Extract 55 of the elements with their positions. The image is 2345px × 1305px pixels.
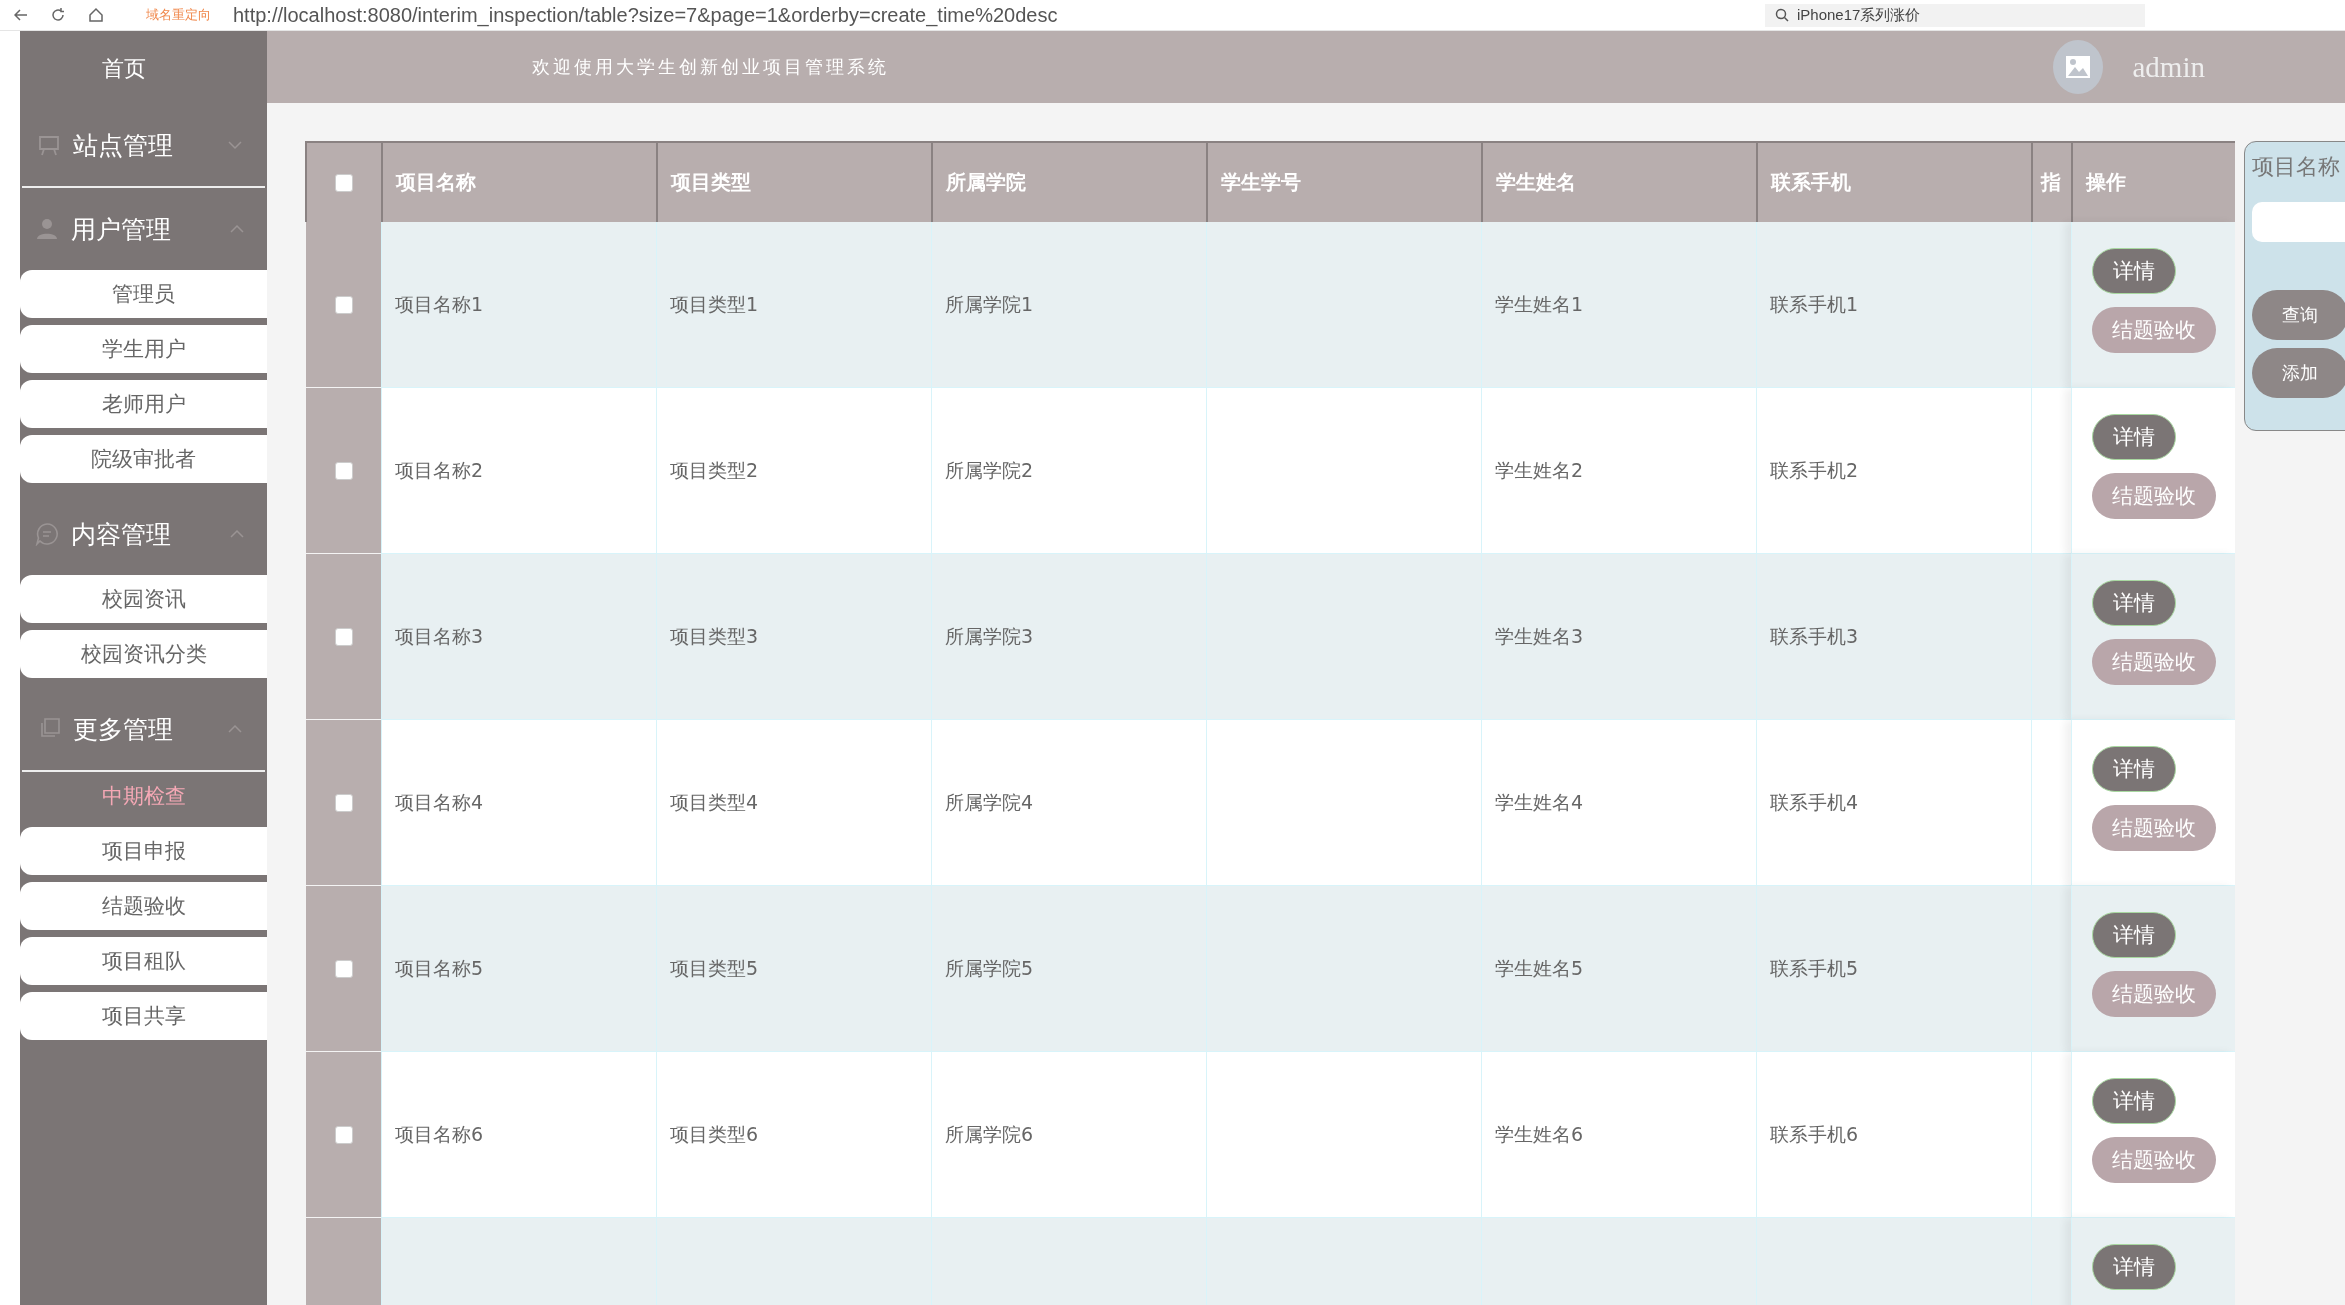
menu-group-label: 内容管理 (71, 518, 171, 551)
detail-button[interactable]: 详情 (2092, 580, 2176, 626)
avatar-icon[interactable] (2052, 40, 2103, 94)
row-checkbox[interactable] (334, 959, 353, 978)
detail-button[interactable]: 详情 (2092, 248, 2176, 294)
row-checkbox[interactable] (334, 793, 353, 812)
browser-search-field[interactable]: iPhone17系列涨价 (1765, 3, 2145, 27)
home-link[interactable]: 首页 (20, 34, 267, 104)
menu-group[interactable]: 内容管理 (20, 493, 267, 575)
detail-button[interactable]: 详情 (2092, 1078, 2176, 1124)
menu-item[interactable]: 老师用户 (20, 380, 267, 428)
add-button[interactable]: 添加 (2252, 348, 2345, 398)
detail-button[interactable]: 详情 (2092, 912, 2176, 958)
menu-group-label: 用户管理 (71, 213, 171, 246)
row-checkbox[interactable] (334, 1125, 353, 1144)
chat-icon (35, 522, 59, 546)
menu-item[interactable]: 校园资讯 (20, 575, 267, 623)
menu-group[interactable]: 站点管理 (22, 104, 265, 188)
row-checkbox[interactable] (334, 461, 353, 480)
acceptance-button[interactable]: 结题验收 (2092, 307, 2216, 353)
address-bar[interactable]: http://localhost:8080/interim_inspection/table?size=7&page=1&orderby=create_time%20desc (233, 3, 1058, 27)
menu-item[interactable]: 校园资讯分类 (20, 630, 267, 678)
back-icon[interactable] (14, 8, 28, 22)
field-label: 项目名称 (2252, 153, 2341, 181)
select-all-checkbox[interactable] (335, 173, 353, 192)
search-icon (1775, 8, 1789, 22)
menu-group[interactable]: 更多管理 (22, 688, 265, 772)
easel-icon (37, 133, 61, 157)
acceptance-button[interactable]: 结题验收 (2092, 639, 2216, 685)
menu-item[interactable]: 院级审批者 (20, 435, 267, 483)
detail-button[interactable]: 详情 (2092, 414, 2176, 460)
system-title: 欢迎使用大学生创新创业项目管理系统 (532, 55, 889, 79)
menu-group-label: 站点管理 (73, 129, 173, 162)
query-button[interactable]: 查询 (2252, 290, 2345, 340)
menu-item[interactable]: 管理员 (20, 270, 267, 318)
menu-group[interactable]: 用户管理 (20, 188, 267, 270)
acceptance-button[interactable]: 结题验收 (2092, 1137, 2216, 1183)
acceptance-button[interactable]: 结题验收 (2092, 473, 2216, 519)
menu-group-label: 更多管理 (73, 713, 173, 746)
menu-item[interactable]: 中期检查 (20, 772, 267, 820)
row-checkbox[interactable] (334, 295, 353, 314)
row-checkbox[interactable] (334, 627, 353, 646)
menu-item[interactable]: 学生用户 (20, 325, 267, 373)
reload-icon[interactable] (50, 7, 66, 23)
home-icon[interactable] (88, 7, 104, 23)
menu-item[interactable]: 项目共享 (20, 992, 267, 1040)
acceptance-button[interactable]: 结题验收 (2092, 805, 2216, 851)
redirect-label: 域名重定向 (146, 6, 211, 24)
detail-button[interactable]: 详情 (2092, 746, 2176, 792)
user-icon (35, 217, 59, 241)
acceptance-button[interactable]: 结题验收 (2092, 971, 2216, 1017)
menu-item[interactable]: 项目申报 (20, 827, 267, 875)
detail-button[interactable]: 详情 (2092, 1244, 2176, 1290)
menu-item[interactable]: 项目租队 (20, 937, 267, 985)
menu-item[interactable]: 结题验收 (20, 882, 267, 930)
